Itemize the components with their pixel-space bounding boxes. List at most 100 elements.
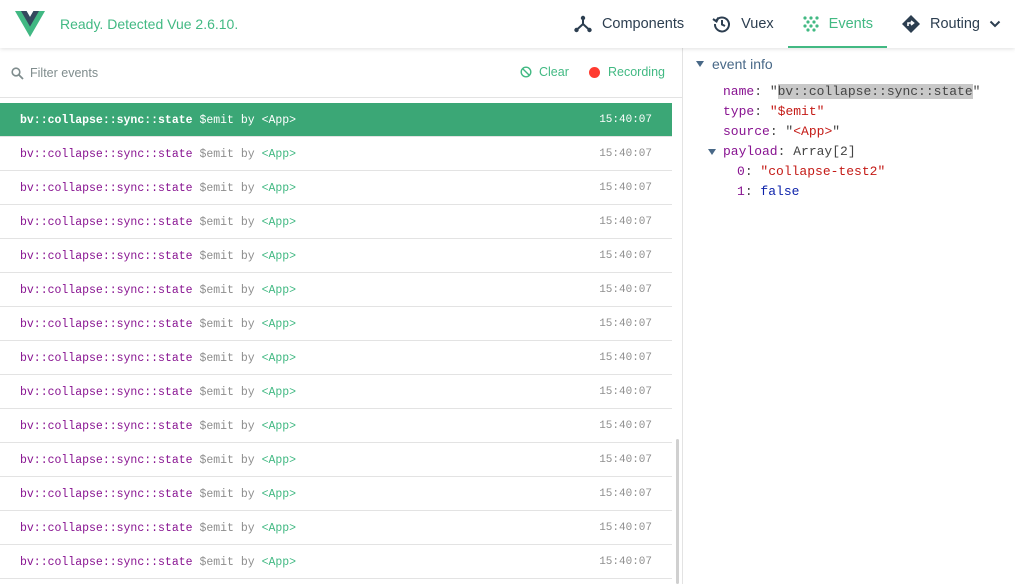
filter-events-input[interactable] [30, 62, 330, 84]
event-by: by [240, 352, 255, 365]
event-source: <App> [261, 352, 297, 365]
event-source: <App> [261, 148, 297, 161]
top-bar: Ready. Detected Vue 2.6.10. Components V… [0, 0, 1015, 48]
event-by: by [240, 250, 255, 263]
recording-toggle[interactable]: Recording [589, 65, 665, 79]
event-row[interactable]: bv::collapse::sync::state $emit by <App>… [0, 545, 672, 579]
event-time: 15:40:07 [599, 114, 652, 126]
event-row[interactable]: bv::collapse::sync::state $emit by <App>… [0, 375, 672, 409]
event-by: by [240, 284, 255, 297]
event-row[interactable]: bv::collapse::sync::state $emit by <App>… [0, 137, 672, 171]
event-text: bv::collapse::sync::state $emit by <App> [20, 454, 296, 467]
event-row[interactable]: bv::collapse::sync::state $emit by <App>… [0, 307, 672, 341]
event-name: bv::collapse::sync::state [20, 454, 193, 467]
event-source: <App> [261, 250, 297, 263]
info-key: payload [723, 144, 778, 159]
tab-label: Vuex [741, 16, 774, 32]
event-source: <App> [261, 454, 297, 467]
event-by: by [240, 148, 255, 161]
event-text: bv::collapse::sync::state $emit by <App> [20, 250, 296, 263]
event-type: $emit [199, 318, 234, 331]
event-text: bv::collapse::sync::state $emit by <App> [20, 386, 296, 399]
event-row[interactable]: bv::collapse::sync::state $emit by <App>… [0, 103, 672, 137]
event-by: by [240, 318, 255, 331]
event-source: <App> [261, 284, 297, 297]
event-name: bv::collapse::sync::state [20, 216, 193, 229]
events-scrollbar[interactable] [676, 439, 679, 584]
tab-label: Components [601, 16, 685, 32]
event-name: bv::collapse::sync::state [20, 488, 193, 501]
event-time: 15:40:07 [599, 556, 652, 568]
chevron-down-icon[interactable] [989, 18, 1001, 30]
payload-item: 1: false [737, 184, 800, 199]
vue-logo-icon [15, 11, 45, 37]
event-row[interactable]: bv::collapse::sync::state $emit by <App>… [0, 171, 672, 205]
event-type: $emit [199, 522, 234, 535]
expand-arrow-icon [696, 61, 704, 67]
info-value: <App> [793, 124, 833, 139]
event-name: bv::collapse::sync::state [20, 386, 193, 399]
event-row[interactable]: bv::collapse::sync::state $emit by <App>… [0, 239, 672, 273]
event-time: 15:40:07 [599, 488, 652, 500]
event-row[interactable]: bv::collapse::sync::state $emit by <App>… [0, 511, 672, 545]
payload-value: false [760, 184, 800, 199]
event-by: by [240, 114, 255, 127]
event-row[interactable]: bv::collapse::sync::state $emit by <App>… [0, 205, 672, 239]
event-text: bv::collapse::sync::state $emit by <App> [20, 114, 296, 127]
tab-routing[interactable]: Routing [887, 0, 1015, 48]
event-time: 15:40:07 [599, 216, 652, 228]
event-type: $emit [199, 182, 234, 195]
event-text: bv::collapse::sync::state $emit by <App> [20, 556, 296, 569]
tab-events[interactable]: Events [787, 0, 888, 48]
event-text: bv::collapse::sync::state $emit by <App> [20, 522, 296, 535]
event-by: by [240, 216, 255, 229]
info-row-payload[interactable]: payload: Array[2] [708, 142, 980, 162]
event-text: bv::collapse::sync::state $emit by <App> [20, 182, 296, 195]
events-list: bv::collapse::sync::state $emit by <App>… [0, 103, 672, 579]
event-text: bv::collapse::sync::state $emit by <App> [20, 216, 296, 229]
search-icon [11, 67, 24, 80]
event-info-title: event info [712, 56, 773, 72]
clear-button[interactable]: Clear [520, 65, 569, 79]
event-time: 15:40:07 [599, 148, 652, 160]
event-name: bv::collapse::sync::state [20, 250, 193, 263]
event-type: $emit [199, 114, 234, 127]
event-row[interactable]: bv::collapse::sync::state $emit by <App>… [0, 443, 672, 477]
event-text: bv::collapse::sync::state $emit by <App> [20, 352, 296, 365]
event-time: 15:40:07 [599, 182, 652, 194]
event-name: bv::collapse::sync::state [20, 556, 193, 569]
event-type: $emit [199, 250, 234, 263]
clear-icon [520, 66, 532, 78]
payload-index: 1 [737, 184, 745, 199]
event-source: <App> [261, 556, 297, 569]
tab-label: Events [828, 16, 874, 32]
recording-label: Recording [608, 65, 665, 79]
tab-vuex[interactable]: Vuex [698, 0, 788, 48]
main-tabs: Components Vuex Events Routing [559, 0, 1015, 48]
event-by: by [240, 182, 255, 195]
event-type: $emit [199, 386, 234, 399]
collapse-arrow-icon[interactable] [708, 149, 716, 155]
recording-dot-icon [589, 66, 600, 78]
event-time: 15:40:07 [599, 318, 652, 330]
event-info-toggle[interactable]: event info [696, 56, 773, 72]
event-row[interactable]: bv::collapse::sync::state $emit by <App>… [0, 273, 672, 307]
info-value: Array[2] [793, 144, 856, 159]
event-row[interactable]: bv::collapse::sync::state $emit by <App>… [0, 341, 672, 375]
event-source: <App> [261, 488, 297, 501]
event-type: $emit [199, 216, 234, 229]
event-type: $emit [199, 454, 234, 467]
event-name: bv::collapse::sync::state [20, 114, 193, 127]
routing-icon [902, 15, 921, 33]
event-type: $emit [199, 420, 234, 433]
event-row[interactable]: bv::collapse::sync::state $emit by <App>… [0, 477, 672, 511]
event-time: 15:40:07 [599, 522, 652, 534]
info-key: type [723, 104, 755, 119]
event-source: <App> [261, 386, 297, 399]
event-time: 15:40:07 [599, 454, 652, 466]
event-by: by [240, 556, 255, 569]
event-row[interactable]: bv::collapse::sync::state $emit by <App>… [0, 409, 672, 443]
tab-components[interactable]: Components [559, 0, 698, 48]
event-type: $emit [199, 556, 234, 569]
event-by: by [240, 488, 255, 501]
